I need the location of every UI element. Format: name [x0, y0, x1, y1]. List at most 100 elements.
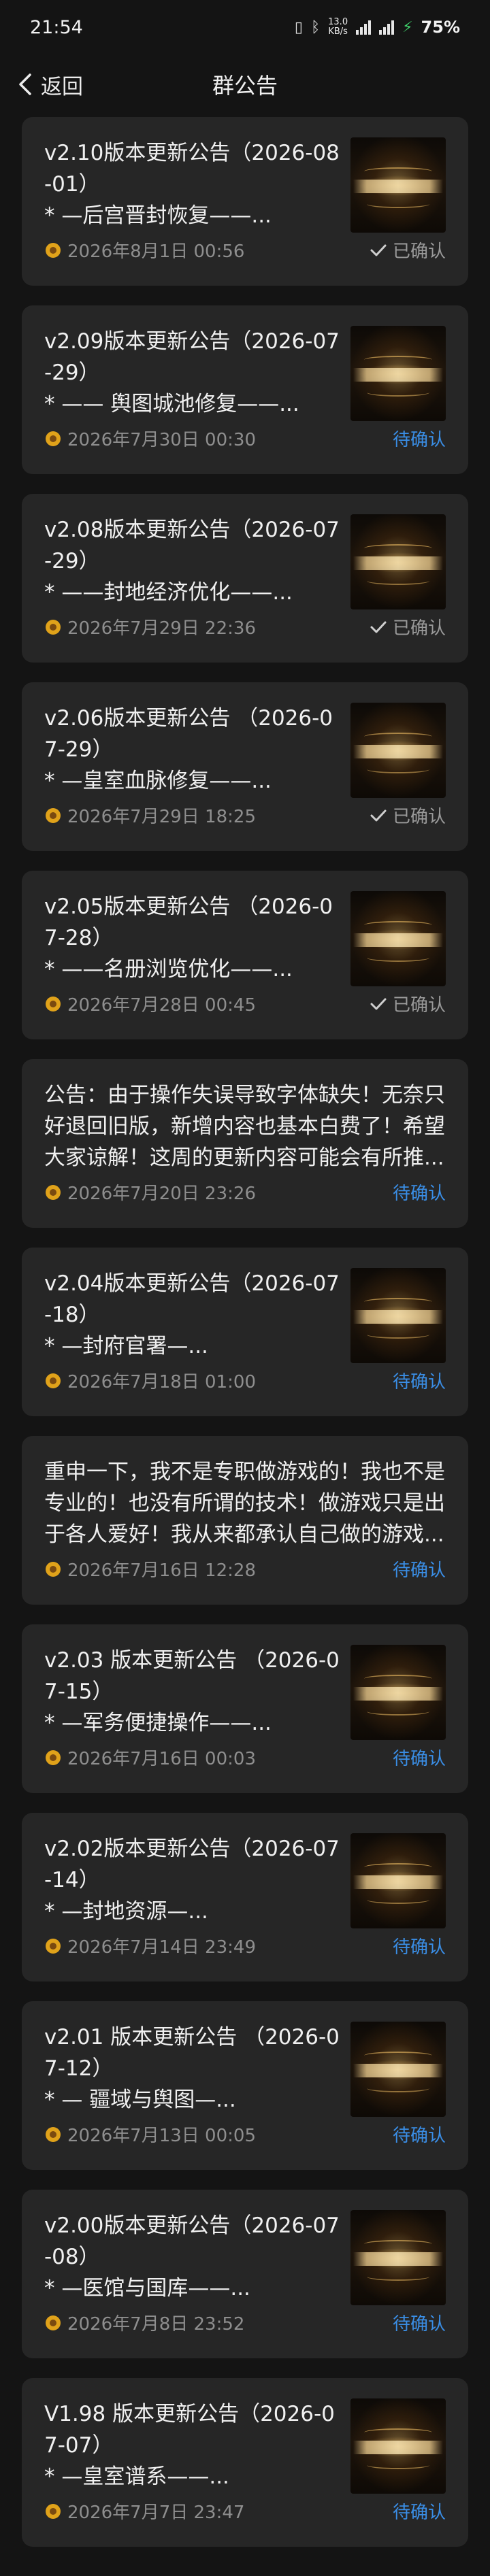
announcement-thumbnail	[350, 1833, 446, 1928]
announcement-title: v2.10版本更新公告（2026-08-01） * —后宫晋封恢复——...	[44, 137, 344, 231]
sunflower-avatar-icon	[46, 1373, 61, 1388]
navigation-bar: 返回 群公告	[0, 54, 490, 114]
announcement-meta: 2026年7月16日 00:03	[44, 1745, 256, 1770]
pending-confirm-button[interactable]: 待确认	[393, 2310, 446, 2335]
announcement-title: v2.08版本更新公告（2026-07-29） * ——封地经济优化——...	[44, 514, 344, 608]
battery-level: 75%	[421, 18, 460, 37]
announcement-title: v2.02版本更新公告（2026-07-14） * —封地资源—...	[44, 1833, 344, 1927]
announcement-thumbnail	[350, 514, 446, 609]
announcement-title: v2.09版本更新公告（2026-07-29） * —— 舆图城池修复——...	[44, 326, 344, 420]
announcement-card[interactable]: v2.09版本更新公告（2026-07-29） * —— 舆图城池修复——... 2…	[22, 305, 468, 474]
pending-confirm-button[interactable]: 待确认	[393, 1368, 446, 1393]
status-label: 待确认	[392, 2503, 446, 2523]
sunflower-avatar-icon	[46, 1184, 61, 1200]
status-label: 已确认	[392, 807, 446, 827]
announcement-title-text: v2.04版本更新公告（2026-07-18）	[44, 1271, 340, 1327]
sunflower-avatar-icon	[46, 431, 61, 446]
sunflower-avatar-icon	[46, 996, 61, 1011]
announcement-card[interactable]: v2.08版本更新公告（2026-07-29） * ——封地经济优化——... 20…	[22, 494, 468, 663]
announcement-card[interactable]: v2.03 版本更新公告 （2026-07-15） * —军务便捷操作——... 2…	[22, 1624, 468, 1793]
announcement-title-text: v2.03 版本更新公告 （2026-07-15）	[44, 1648, 340, 1704]
sunflower-avatar-icon	[46, 807, 61, 823]
announcement-card[interactable]: V1.98 版本更新公告（2026-07-07） * —皇室谱系——... 2026…	[22, 2378, 468, 2547]
announcement-title: v2.01 版本更新公告 （2026-07-12） * — 疆域与舆图—...	[44, 2022, 344, 2115]
back-button[interactable]: 返回	[16, 54, 83, 114]
announcement-excerpt: * —军务便捷操作——...	[44, 1711, 272, 1735]
announcement-card[interactable]: 重申一下，我不是专职做游戏的！我也不是专业的！也没有所谓的技术！做游戏只是出于各…	[22, 1436, 468, 1605]
pending-confirm-button[interactable]: 待确认	[393, 1933, 446, 1958]
announcement-title: V1.98 版本更新公告（2026-07-07） * —皇室谱系——...	[44, 2398, 344, 2492]
announcement-meta: 2026年7月20日 23:26	[44, 1180, 256, 1205]
status-label: 待确认	[392, 1372, 446, 1392]
announcement-title-text: v2.05版本更新公告 （2026-07-28）	[44, 894, 333, 950]
announcement-excerpt: * —封府官署—...	[44, 1334, 208, 1358]
announcement-thumbnail	[350, 891, 446, 986]
sunflower-avatar-icon	[46, 1750, 61, 1765]
announcement-time: 2026年7月14日 23:49	[67, 1937, 256, 1958]
announcement-meta: 2026年7月14日 23:49	[44, 1933, 256, 1958]
pending-confirm-button[interactable]: 待确认	[393, 1745, 446, 1770]
pending-confirm-button[interactable]: 待确认	[393, 2122, 446, 2147]
pending-confirm-button[interactable]: 待确认	[393, 1180, 446, 1205]
announcement-thumbnail	[350, 2022, 446, 2117]
status-label: 待确认	[392, 1560, 446, 1581]
announcement-title-text: v2.02版本更新公告（2026-07-14）	[44, 1837, 340, 1892]
announcement-time: 2026年7月20日 23:26	[67, 1184, 256, 1204]
announcement-thumbnail	[350, 2398, 446, 2494]
pending-confirm-button[interactable]: 待确认	[393, 426, 446, 451]
charging-icon: ⚡	[402, 18, 413, 36]
announcement-title-text: v2.06版本更新公告 （2026-07-29）	[44, 706, 333, 762]
announcement-card[interactable]: v2.06版本更新公告 （2026-07-29） * —皇室血脉修复——... 20…	[22, 682, 468, 851]
check-icon	[370, 621, 387, 633]
announcement-excerpt: * — 疆域与舆图—...	[44, 2088, 236, 2112]
sunflower-avatar-icon	[46, 2315, 61, 2330]
check-icon	[370, 244, 387, 256]
announcement-meta: 2026年8月1日 00:56	[44, 237, 244, 263]
announcement-card[interactable]: v2.04版本更新公告（2026-07-18） * —封府官署—... 2026年7…	[22, 1248, 468, 1416]
announcement-time: 2026年8月1日 00:56	[67, 241, 245, 262]
announcement-excerpt: * —皇室血脉修复——...	[44, 769, 272, 793]
status-icons: ▯ ᛒ 13.0 KB/s ⚡ 75%	[295, 18, 460, 37]
announcement-card[interactable]: v2.00版本更新公告（2026-07-08） * —医馆与国库——... 2026…	[22, 2190, 468, 2358]
announcement-time: 2026年7月8日 23:52	[67, 2314, 245, 2335]
status-label: 待确认	[392, 1937, 446, 1958]
announcement-title: v2.00版本更新公告（2026-07-08） * —医馆与国库——...	[44, 2210, 344, 2304]
announcement-excerpt: * —后宫晋封恢复——...	[44, 203, 272, 228]
announcement-excerpt: * —医馆与国库——...	[44, 2276, 250, 2301]
announcement-meta: 2026年7月18日 01:00	[44, 1368, 256, 1393]
announcement-meta: 2026年7月30日 00:30	[44, 426, 256, 451]
announcement-time: 2026年7月29日 18:25	[67, 807, 256, 827]
status-label: 待确认	[392, 1184, 446, 1204]
announcement-thumbnail	[350, 1268, 446, 1363]
announcement-card[interactable]: 公告：由于操作失误导致字体缺失！无奈只好退回旧版，新增内容也基本白费了！希望大家…	[22, 1059, 468, 1228]
signal-icon-2	[379, 20, 395, 35]
announcement-thumbnail	[350, 703, 446, 798]
announcement-title: v2.06版本更新公告 （2026-07-29） * —皇室血脉修复——...	[44, 703, 344, 797]
announcement-title-text: v2.09版本更新公告（2026-07-29）	[44, 329, 340, 385]
announcement-excerpt: * ——封地经济优化——...	[44, 580, 293, 605]
announcement-excerpt: * —— 舆图城池修复——...	[44, 392, 299, 416]
announcement-time: 2026年7月13日 00:05	[67, 2126, 256, 2146]
announcement-card[interactable]: v2.02版本更新公告（2026-07-14） * —封地资源—... 2026年7…	[22, 1813, 468, 1981]
announcement-title-text: v2.10版本更新公告（2026-08-01）	[44, 141, 340, 197]
announcement-title-text: 公告：由于操作失误导致字体缺失！无奈只好退回旧版，新增内容也基本白费了！希望大家…	[44, 1083, 445, 1170]
pending-confirm-button[interactable]: 待确认	[393, 2498, 446, 2524]
check-icon	[370, 809, 387, 821]
announcement-excerpt: * ——名册浏览优化——...	[44, 957, 293, 982]
announcement-card[interactable]: v2.05版本更新公告 （2026-07-28） * ——名册浏览优化——... 2…	[22, 871, 468, 1039]
status-label: 待确认	[392, 1749, 446, 1769]
announcement-time: 2026年7月16日 00:03	[67, 1749, 256, 1769]
announcement-time: 2026年7月30日 00:30	[67, 430, 256, 450]
signal-icon	[356, 20, 372, 35]
sunflower-avatar-icon	[46, 2126, 61, 2142]
back-label: 返回	[41, 74, 83, 99]
announcement-time: 2026年7月28日 00:45	[67, 995, 256, 1016]
pending-confirm-button[interactable]: 待确认	[393, 1556, 446, 1582]
announcement-title-text: V1.98 版本更新公告（2026-07-07）	[44, 2402, 335, 2458]
announcement-list: v2.10版本更新公告（2026-08-01） * —后宫晋封恢复——... 202…	[22, 117, 468, 2566]
announcement-title-text: v2.01 版本更新公告 （2026-07-12）	[44, 2025, 340, 2081]
announcement-card[interactable]: v2.10版本更新公告（2026-08-01） * —后宫晋封恢复——... 202…	[22, 117, 468, 286]
announcement-card[interactable]: v2.01 版本更新公告 （2026-07-12） * — 疆域与舆图—... 20…	[22, 2001, 468, 2170]
announcement-title: v2.05版本更新公告 （2026-07-28） * ——名册浏览优化——...	[44, 891, 344, 985]
status-label: 待确认	[392, 2126, 446, 2146]
